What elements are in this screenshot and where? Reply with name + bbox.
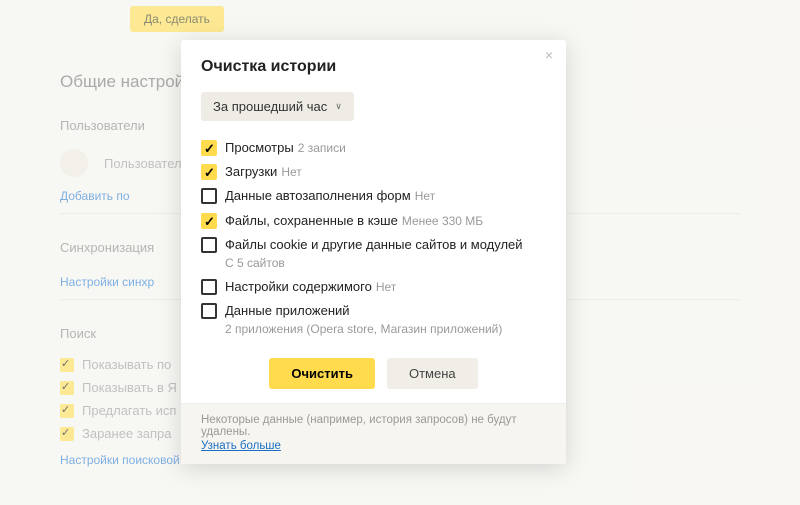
option-views[interactable]: Просмотры2 записи [201, 139, 546, 157]
dialog-actions: Очистить Отмена [201, 358, 546, 389]
chevron-down-icon: ∨ [335, 101, 342, 112]
option-cache[interactable]: Файлы, сохраненные в кэшеМенее 330 МБ [201, 212, 546, 230]
time-range-dropdown[interactable]: За прошедший час ∨ [201, 92, 354, 121]
dialog-title: Очистка истории [201, 58, 546, 76]
option-autofill[interactable]: Данные автозаполнения формНет [201, 187, 546, 205]
checkbox-icon[interactable] [201, 164, 217, 180]
options-list: Просмотры2 записи ЗагрузкиНет Данные авт… [201, 139, 546, 338]
option-downloads[interactable]: ЗагрузкиНет [201, 163, 546, 181]
cancel-button[interactable]: Отмена [387, 358, 478, 389]
checkbox-icon[interactable] [201, 188, 217, 204]
checkbox-icon[interactable] [201, 213, 217, 229]
option-cookies[interactable]: Файлы cookie и другие данные сайтов и мо… [201, 236, 546, 272]
dropdown-value: За прошедший час [213, 99, 327, 114]
option-content-settings[interactable]: Настройки содержимогоНет [201, 278, 546, 296]
clear-history-dialog: × Очистка истории За прошедший час ∨ Про… [181, 40, 566, 464]
checkbox-icon[interactable] [201, 279, 217, 295]
checkbox-icon[interactable] [201, 303, 217, 319]
close-icon[interactable]: × [540, 46, 558, 64]
option-app-data[interactable]: Данные приложений2 приложения (Opera sto… [201, 302, 546, 338]
checkbox-icon[interactable] [201, 140, 217, 156]
checkbox-icon[interactable] [201, 237, 217, 253]
learn-more-link[interactable]: Узнать больше [201, 440, 281, 452]
clear-button[interactable]: Очистить [269, 358, 375, 389]
footer-text: Некоторые данные (например, история запр… [201, 414, 517, 438]
dialog-footer: Некоторые данные (например, история запр… [181, 403, 566, 464]
